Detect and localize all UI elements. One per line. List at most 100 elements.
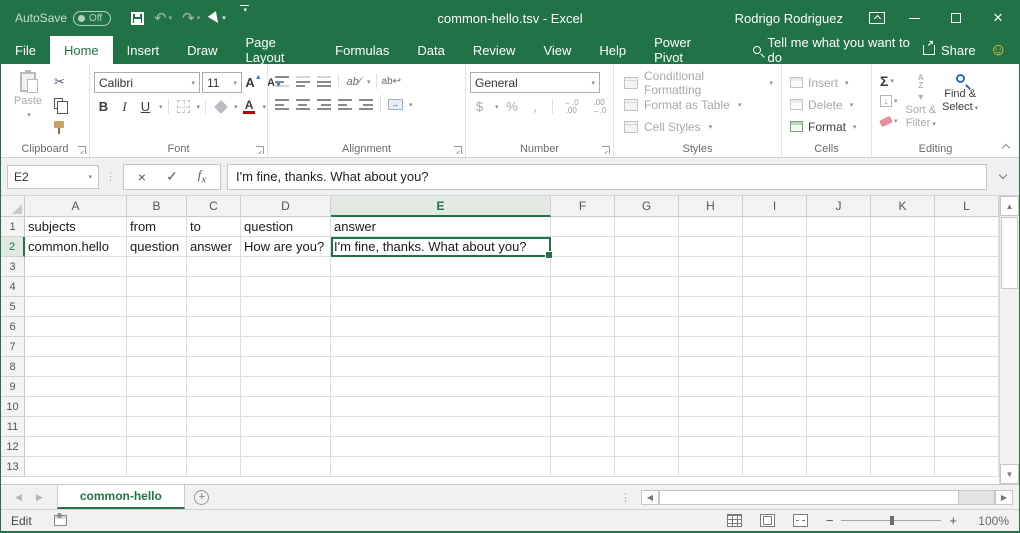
zoom-out-button[interactable]: − — [826, 513, 834, 528]
cell-D11[interactable] — [241, 417, 331, 437]
cell-J8[interactable] — [807, 357, 871, 377]
vertical-scrollbar[interactable]: ▲ ▼ — [999, 196, 1019, 484]
decrease-indent-button[interactable] — [335, 95, 354, 114]
cell-J13[interactable] — [807, 457, 871, 477]
cell-I7[interactable] — [743, 337, 807, 357]
cell-E13[interactable] — [331, 457, 551, 477]
cell-C6[interactable] — [187, 317, 241, 337]
cell-styles-button[interactable]: Cell Styles▾ — [624, 117, 773, 136]
cell-G6[interactable] — [615, 317, 679, 337]
chevron-down-icon[interactable]: ▾ — [367, 78, 371, 86]
zoom-in-button[interactable]: + — [949, 513, 957, 528]
align-center-button[interactable] — [293, 95, 312, 114]
fill-color-button[interactable] — [211, 97, 230, 116]
row-header-11[interactable]: 11 — [1, 417, 25, 437]
cell-D2[interactable]: How are you? — [241, 237, 331, 257]
new-sheet-button[interactable]: + — [185, 485, 219, 509]
font-color-button[interactable]: A — [240, 97, 259, 116]
cell-K12[interactable] — [871, 437, 935, 457]
cell-H2[interactable] — [679, 237, 743, 257]
cell-H1[interactable] — [679, 217, 743, 237]
cell-G5[interactable] — [615, 297, 679, 317]
cell-C8[interactable] — [187, 357, 241, 377]
cell-L8[interactable] — [935, 357, 999, 377]
scroll-right-button[interactable]: ▶ — [995, 490, 1013, 505]
ribbon-display-options-icon[interactable] — [869, 12, 885, 24]
cell-E2[interactable]: I'm fine, thanks. What about you? — [331, 237, 551, 257]
row-header-8[interactable]: 8 — [1, 357, 25, 377]
tell-me-box[interactable]: Tell me what you want to do — [753, 36, 923, 64]
select-all-button[interactable] — [1, 196, 25, 217]
orientation-button[interactable]: ab⁄ — [344, 72, 363, 91]
cell-K13[interactable] — [871, 457, 935, 477]
cell-K10[interactable] — [871, 397, 935, 417]
cell-J9[interactable] — [807, 377, 871, 397]
cell-D7[interactable] — [241, 337, 331, 357]
cell-F11[interactable] — [551, 417, 615, 437]
cell-C11[interactable] — [187, 417, 241, 437]
sort-filter-button[interactable]: AZ ▼ Sort &Filter▾ — [906, 74, 937, 139]
cell-C1[interactable]: to — [187, 217, 241, 237]
formula-input[interactable]: I'm fine, thanks. What about you? — [227, 164, 987, 190]
cell-I5[interactable] — [743, 297, 807, 317]
number-format-combo[interactable]: General▾ — [470, 72, 600, 93]
cell-E11[interactable] — [331, 417, 551, 437]
cell-I9[interactable] — [743, 377, 807, 397]
cell-C10[interactable] — [187, 397, 241, 417]
chevron-down-icon[interactable]: ▾ — [890, 77, 894, 85]
tab-help[interactable]: Help — [585, 36, 640, 64]
chevron-down-icon[interactable]: ▾ — [191, 79, 195, 87]
cell-J7[interactable] — [807, 337, 871, 357]
cell-B12[interactable] — [127, 437, 187, 457]
undo-button[interactable]: ↶▾ — [150, 5, 176, 31]
cell-A9[interactable] — [25, 377, 127, 397]
cell-K2[interactable] — [871, 237, 935, 257]
cell-C7[interactable] — [187, 337, 241, 357]
cell-F4[interactable] — [551, 277, 615, 297]
cell-H4[interactable] — [679, 277, 743, 297]
cell-E9[interactable] — [331, 377, 551, 397]
column-header-L[interactable]: L — [935, 196, 999, 217]
comma-style-button[interactable]: , — [526, 97, 545, 116]
cell-D13[interactable] — [241, 457, 331, 477]
column-header-C[interactable]: C — [187, 196, 241, 217]
cell-B13[interactable] — [127, 457, 187, 477]
cell-B5[interactable] — [127, 297, 187, 317]
minimize-button[interactable] — [893, 0, 935, 36]
cell-H13[interactable] — [679, 457, 743, 477]
column-header-D[interactable]: D — [241, 196, 331, 217]
cell-F10[interactable] — [551, 397, 615, 417]
cell-L13[interactable] — [935, 457, 999, 477]
chevron-down-icon[interactable]: ▾ — [159, 103, 163, 111]
maximize-button[interactable] — [935, 0, 977, 36]
expand-formula-bar-button[interactable] — [993, 164, 1013, 190]
column-header-I[interactable]: I — [743, 196, 807, 217]
name-box[interactable]: E2▾ — [7, 165, 99, 189]
cell-E8[interactable] — [331, 357, 551, 377]
cell-J1[interactable] — [807, 217, 871, 237]
paste-button[interactable]: Paste▾ — [5, 68, 51, 139]
cell-C9[interactable] — [187, 377, 241, 397]
bottom-align-button[interactable] — [314, 72, 333, 91]
column-header-E[interactable]: E — [331, 196, 551, 217]
chevron-down-icon[interactable]: ▾ — [894, 97, 898, 105]
cell-C12[interactable] — [187, 437, 241, 457]
zoom-slider-thumb[interactable] — [890, 516, 894, 525]
horizontal-scroll-track[interactable] — [959, 490, 995, 505]
cell-I1[interactable] — [743, 217, 807, 237]
increase-decimal-button[interactable]: ←.0 .00 — [559, 99, 583, 115]
merge-center-button[interactable]: ↔ — [386, 95, 405, 114]
cell-A10[interactable] — [25, 397, 127, 417]
cell-C13[interactable] — [187, 457, 241, 477]
font-family-combo[interactable]: Calibri▾ — [94, 72, 200, 93]
decrease-decimal-button[interactable]: .00 →.0 — [587, 99, 611, 115]
cell-K5[interactable] — [871, 297, 935, 317]
cell-F9[interactable] — [551, 377, 615, 397]
cell-I12[interactable] — [743, 437, 807, 457]
cell-I10[interactable] — [743, 397, 807, 417]
tab-formulas[interactable]: Formulas — [321, 36, 403, 64]
cell-L10[interactable] — [935, 397, 999, 417]
chevron-down-icon[interactable]: ▾ — [263, 103, 267, 111]
chevron-down-icon[interactable]: ▾ — [233, 79, 237, 87]
cell-K9[interactable] — [871, 377, 935, 397]
